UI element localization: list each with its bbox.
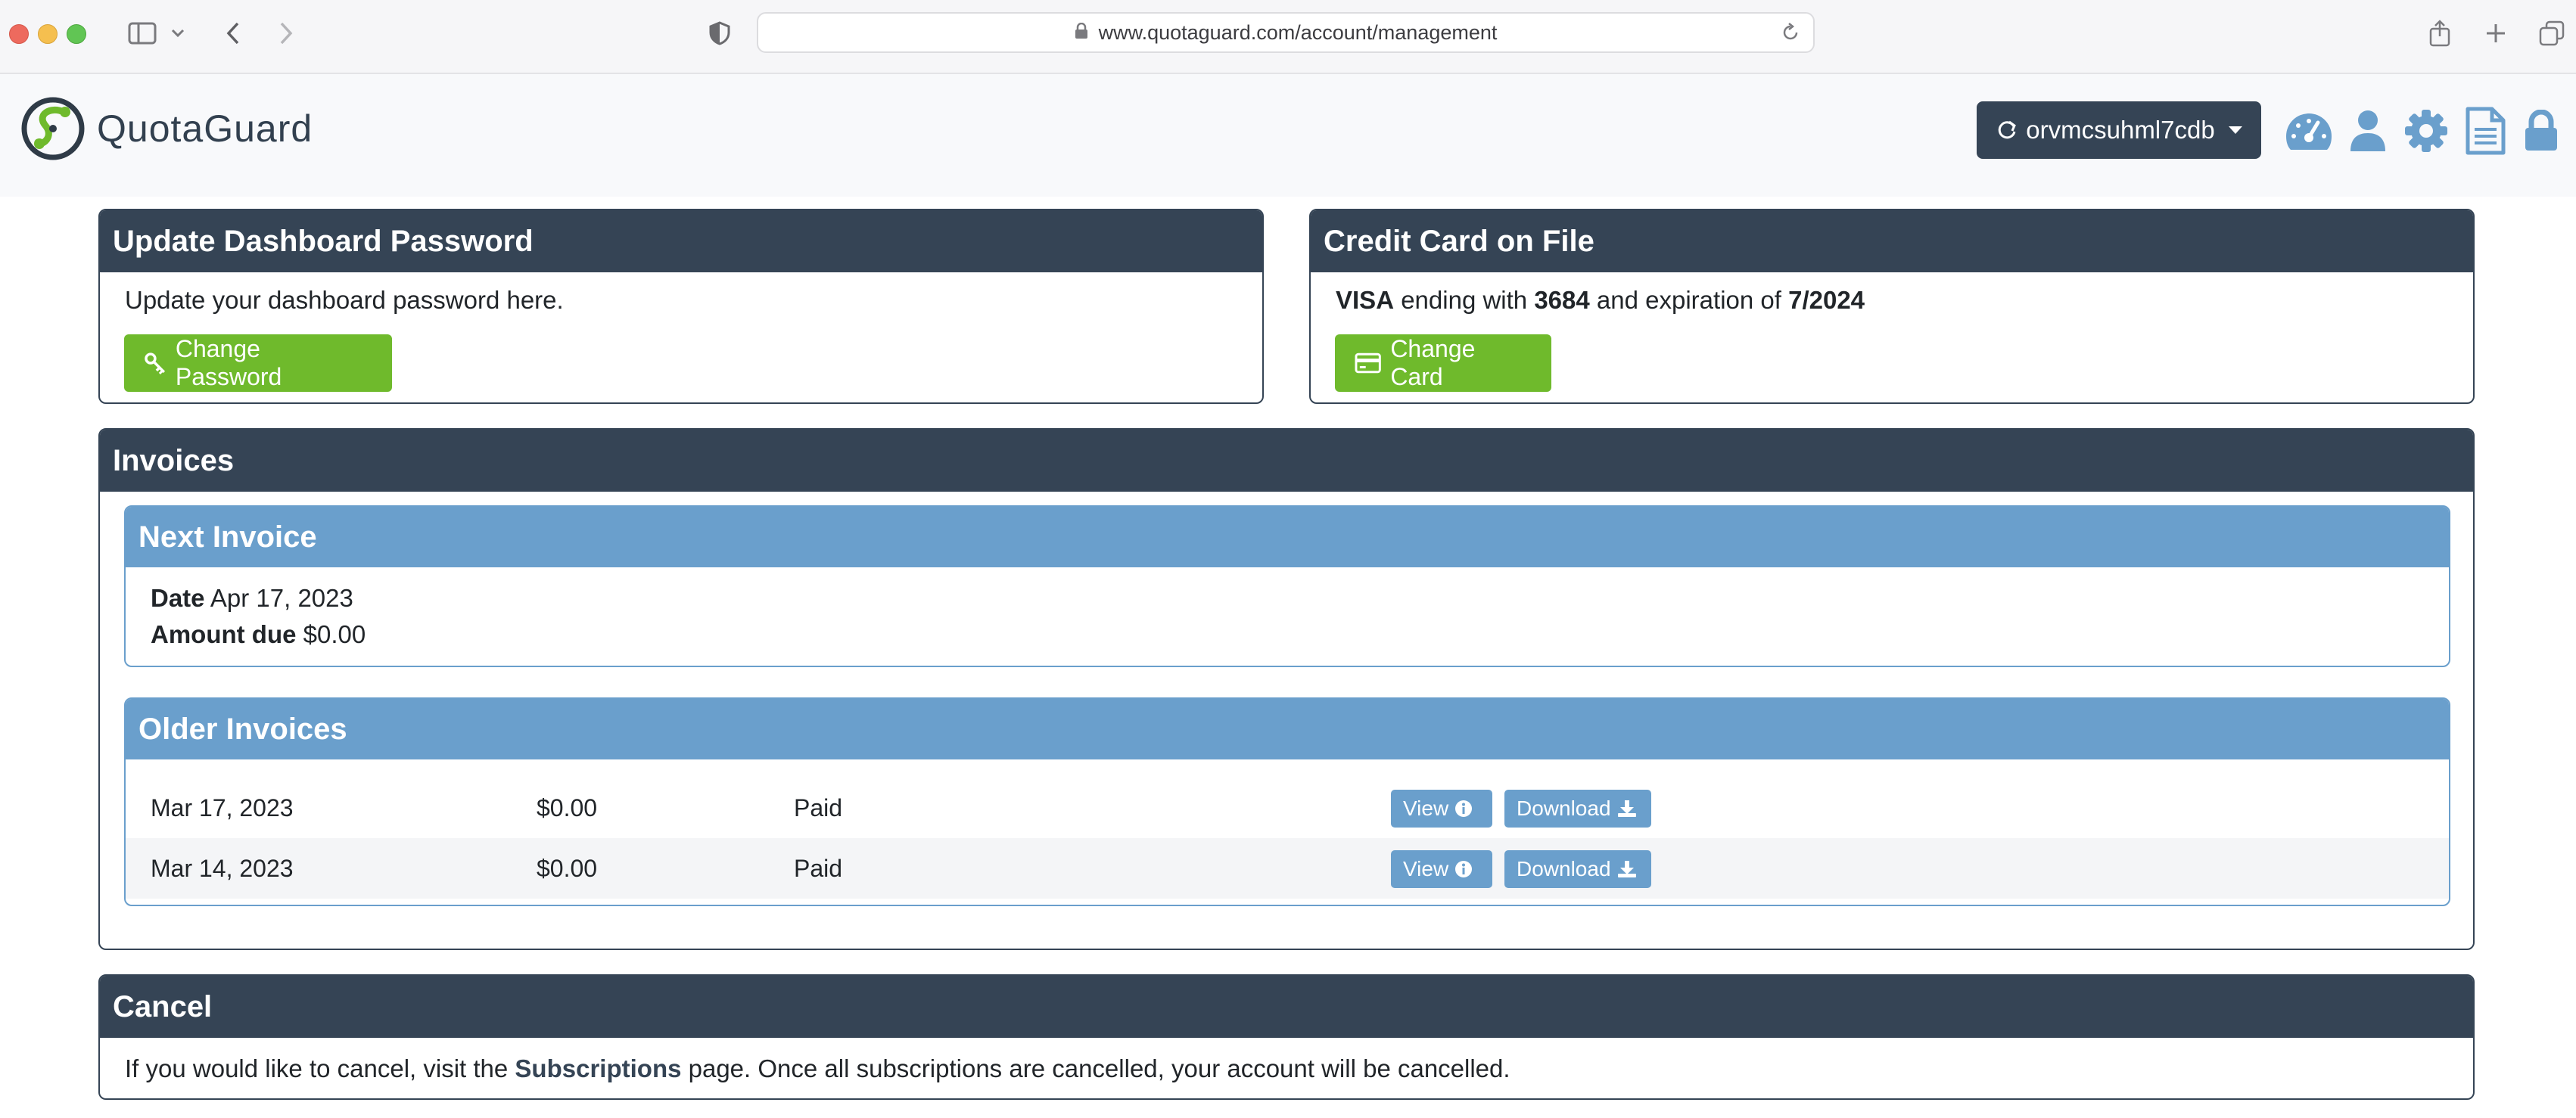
credit-card-title: Credit Card on File xyxy=(1311,210,2473,272)
amount-value: $0.00 xyxy=(303,620,366,648)
new-tab-plus-icon[interactable] xyxy=(2482,17,2509,50)
older-invoices-title: Older Invoices xyxy=(126,699,2449,759)
date-label: Date xyxy=(151,584,205,612)
info-icon xyxy=(1455,861,1473,877)
quotaguard-logo[interactable]: QuotaGuard xyxy=(20,95,313,162)
cancel-text-before: If you would like to cancel, visit the xyxy=(125,1054,515,1082)
card-brand: VISA xyxy=(1336,286,1395,314)
password-card-title: Update Dashboard Password xyxy=(100,210,1262,272)
cancel-title: Cancel xyxy=(100,976,2473,1038)
lock-icon[interactable] xyxy=(2522,106,2561,156)
table-row: Mar 14, 2023 $0.00 Paid View Download xyxy=(126,838,2449,899)
app-header: QuotaGuard orvmcsuhml7cdb xyxy=(0,74,2576,197)
account-switcher-dropdown[interactable]: orvmcsuhml7cdb xyxy=(1977,101,2261,159)
zoom-window-button[interactable] xyxy=(67,24,86,44)
next-invoice-amount: Amount due $0.00 xyxy=(151,620,366,649)
refresh-icon xyxy=(1999,120,2017,139)
sidebar-toggle-icon[interactable] xyxy=(126,17,159,50)
view-label: View xyxy=(1403,797,1449,820)
table-row: Mar 17, 2023 $0.00 Paid View Download xyxy=(126,778,2449,838)
card-expiration-text: and expiration of xyxy=(1589,286,1789,314)
invoices-title: Invoices xyxy=(100,430,2473,492)
quotaguard-logo-icon xyxy=(21,97,85,160)
older-invoices-card: Older Invoices Mar 17, 2023 $0.00 Paid V… xyxy=(124,697,2450,906)
view-invoice-button[interactable]: View xyxy=(1391,850,1492,888)
change-password-button[interactable]: Change Password xyxy=(124,334,392,392)
invoice-amount: $0.00 xyxy=(537,855,598,882)
minimize-window-button[interactable] xyxy=(38,24,58,44)
download-label: Download xyxy=(1517,797,1611,820)
user-icon[interactable] xyxy=(2346,106,2390,156)
invoice-status: Paid xyxy=(794,855,843,882)
forward-arrow-icon[interactable] xyxy=(274,17,298,50)
document-icon[interactable] xyxy=(2462,106,2508,156)
gear-icon[interactable] xyxy=(2402,106,2450,156)
invoice-amount: $0.00 xyxy=(537,794,598,821)
close-window-button[interactable] xyxy=(9,24,29,44)
card-expiration: 7/2024 xyxy=(1788,286,1865,314)
download-icon xyxy=(1617,800,1636,817)
view-label: View xyxy=(1403,857,1449,880)
lock-icon xyxy=(1075,21,1088,45)
card-ending-text: ending with xyxy=(1394,286,1535,314)
next-invoice-card: Next Invoice Date Apr 17, 2023 Amount du… xyxy=(124,505,2450,667)
download-label: Download xyxy=(1517,857,1611,880)
card-details: VISA ending with 3684 and expiration of … xyxy=(1336,286,1865,315)
account-name: orvmcsuhml7cdb xyxy=(2026,116,2215,144)
invoice-status: Paid xyxy=(794,794,843,821)
cancel-text-after: page. Once all subscriptions are cancell… xyxy=(681,1054,1510,1082)
credit-card-card: Credit Card on File VISA ending with 368… xyxy=(1309,209,2475,404)
card-last4: 3684 xyxy=(1534,286,1590,314)
download-invoice-button[interactable]: Download xyxy=(1504,790,1651,828)
cancel-card: Cancel If you would like to cancel, visi… xyxy=(98,974,2475,1100)
download-invoice-button[interactable]: Download xyxy=(1504,850,1651,888)
invoice-date: Mar 17, 2023 xyxy=(151,794,294,821)
change-password-label: Change Password xyxy=(175,335,282,390)
reload-icon[interactable] xyxy=(1780,22,1801,48)
privacy-shield-icon[interactable] xyxy=(707,17,733,50)
invoices-card: Invoices Next Invoice Date Apr 17, 2023 … xyxy=(98,428,2475,950)
brand-name: QuotaGuard xyxy=(97,107,313,150)
share-icon[interactable] xyxy=(2426,17,2453,50)
download-icon xyxy=(1617,861,1636,877)
next-invoice-date: Date Apr 17, 2023 xyxy=(151,584,353,613)
url-text: www.quotaguard.com/account/management xyxy=(1098,20,1498,44)
browser-chrome: www.quotaguard.com/account/management xyxy=(0,0,2576,74)
caret-down-icon xyxy=(2228,126,2242,134)
password-description: Update your dashboard password here. xyxy=(125,286,564,314)
dashboard-gauge-icon[interactable] xyxy=(2282,106,2335,156)
credit-card-icon xyxy=(1355,352,1381,374)
cancel-text: If you would like to cancel, visit the S… xyxy=(125,1054,1510,1083)
next-invoice-title: Next Invoice xyxy=(126,507,2449,567)
tab-overview-icon[interactable] xyxy=(2537,17,2567,50)
view-invoice-button[interactable]: View xyxy=(1391,790,1492,828)
key-icon xyxy=(145,352,166,374)
change-card-label: Change Card xyxy=(1390,335,1476,390)
chevron-down-icon[interactable] xyxy=(168,17,188,50)
password-card: Update Dashboard Password Update your da… xyxy=(98,209,1264,404)
date-value: Apr 17, 2023 xyxy=(210,584,353,612)
subscriptions-link[interactable]: Subscriptions xyxy=(515,1054,681,1082)
address-bar[interactable]: www.quotaguard.com/account/management xyxy=(757,12,1815,53)
info-icon xyxy=(1455,800,1473,817)
invoice-date: Mar 14, 2023 xyxy=(151,855,294,882)
amount-label: Amount due xyxy=(151,620,297,648)
back-arrow-icon[interactable] xyxy=(221,17,245,50)
change-card-button[interactable]: Change Card xyxy=(1335,334,1551,392)
